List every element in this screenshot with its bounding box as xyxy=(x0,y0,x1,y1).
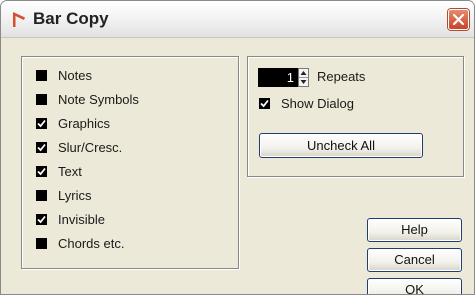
copy-options-panel: Notes Note Symbols Graphics Slur/Cresc. … xyxy=(21,56,239,269)
checkbox[interactable] xyxy=(36,93,47,105)
option-graphics[interactable]: Graphics xyxy=(36,114,110,132)
option-label: Chords etc. xyxy=(58,235,125,251)
bar-copy-dialog: Bar Copy Notes Note Symbols Graphics Slu… xyxy=(0,0,475,295)
checkbox[interactable] xyxy=(36,117,47,129)
option-label: Text xyxy=(58,163,82,179)
ok-button[interactable]: OK xyxy=(367,278,462,294)
checkbox[interactable] xyxy=(36,69,47,81)
checkmark-icon xyxy=(37,167,46,175)
window-title: Bar Copy xyxy=(33,9,109,28)
repeats-input[interactable]: 1 xyxy=(258,68,298,87)
option-chords-etc[interactable]: Chords etc. xyxy=(36,234,124,252)
repeats-panel: 1 Repeats Show Dialog Uncheck All xyxy=(247,56,464,177)
option-label: Slur/Cresc. xyxy=(58,139,123,155)
show-dialog-label: Show Dialog xyxy=(281,95,354,111)
uncheck-all-button[interactable]: Uncheck All xyxy=(259,133,423,158)
cancel-button[interactable]: Cancel xyxy=(367,248,462,272)
checkbox[interactable] xyxy=(36,165,47,177)
option-note-symbols[interactable]: Note Symbols xyxy=(36,90,139,108)
checkmark-icon xyxy=(260,99,269,107)
stepper-up-icon[interactable] xyxy=(299,69,308,78)
show-dialog-option[interactable]: Show Dialog xyxy=(259,94,354,112)
close-button[interactable] xyxy=(448,9,469,30)
stepper-down-icon[interactable] xyxy=(299,78,308,86)
repeats-label: Repeats xyxy=(317,69,366,84)
checkbox[interactable] xyxy=(36,213,47,225)
option-notes[interactable]: Notes xyxy=(36,66,92,84)
option-label: Graphics xyxy=(58,115,111,131)
option-invisible[interactable]: Invisible xyxy=(36,210,105,228)
option-lyrics[interactable]: Lyrics xyxy=(36,186,91,204)
checkbox[interactable] xyxy=(36,189,47,201)
option-label: Notes xyxy=(58,67,92,83)
repeats-stepper[interactable] xyxy=(298,68,309,87)
checkmark-icon xyxy=(37,215,46,223)
checkbox[interactable] xyxy=(259,97,270,109)
option-label: Note Symbols xyxy=(58,91,139,107)
option-label: Invisible xyxy=(58,211,105,227)
help-button[interactable]: Help xyxy=(367,218,462,242)
checkmark-icon xyxy=(37,143,46,151)
checkmark-icon xyxy=(37,119,46,127)
option-slur-cresc[interactable]: Slur/Cresc. xyxy=(36,138,122,156)
option-text[interactable]: Text xyxy=(36,162,82,180)
close-icon xyxy=(452,13,465,26)
checkbox[interactable] xyxy=(36,237,47,249)
repeats-value: 1 xyxy=(286,70,294,85)
title-bar[interactable]: Bar Copy xyxy=(1,1,474,38)
checkbox[interactable] xyxy=(36,141,47,153)
option-label: Lyrics xyxy=(58,187,92,203)
cubase-logo-icon xyxy=(13,12,25,27)
